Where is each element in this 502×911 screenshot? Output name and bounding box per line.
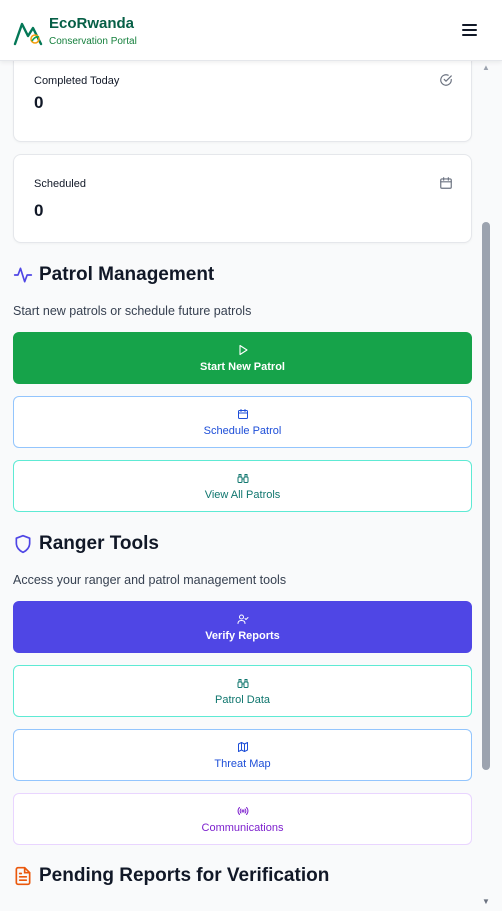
binoculars-icon (237, 678, 248, 688)
user-check-icon (237, 614, 248, 624)
ranger-tools-heading: Ranger Tools (13, 533, 159, 555)
button-label: Patrol Data (214, 693, 271, 706)
scroll-up-arrow-icon[interactable]: ▲ (482, 63, 490, 72)
binoculars-icon (237, 473, 248, 483)
play-icon (238, 344, 248, 355)
stat-label: Completed Today (34, 75, 120, 87)
map-icon (237, 741, 248, 752)
stat-value: 0 (34, 93, 44, 112)
view-all-patrols-button[interactable]: View All Patrols (13, 460, 472, 512)
dashboard-content: Completed Today 0 Scheduled 0 Patrol Man… (0, 61, 480, 911)
section-title: Pending Reports for Verification (39, 865, 330, 886)
stat-card-scheduled: Scheduled 0 (13, 154, 472, 243)
section-title: Patrol Management (39, 264, 215, 285)
file-text-icon (15, 866, 31, 886)
stat-label: Scheduled (34, 178, 86, 190)
button-label: Communications (201, 821, 284, 834)
button-label: Start New Patrol (200, 360, 285, 373)
scroll-down-arrow-icon[interactable]: ▼ (482, 897, 490, 906)
start-new-patrol-button[interactable]: Start New Patrol (13, 332, 472, 384)
button-label: Threat Map (214, 757, 271, 770)
app-header: EcoRwanda Conservation Portal (0, 0, 502, 61)
activity-pulse-icon (13, 267, 33, 283)
brand-subtitle: Conservation Portal (49, 36, 137, 47)
stat-value: 0 (34, 201, 44, 220)
section-title: Ranger Tools (39, 533, 159, 554)
button-label: View All Patrols (204, 488, 281, 501)
check-circle-icon (440, 74, 452, 86)
button-label: Verify Reports (205, 629, 280, 642)
pending-reports-heading: Pending Reports for Verification (13, 865, 329, 887)
stat-card-completed-today: Completed Today 0 (13, 61, 472, 142)
schedule-patrol-button[interactable]: Schedule Patrol (13, 396, 472, 448)
communications-button[interactable]: Communications (13, 793, 472, 845)
button-label: Schedule Patrol (203, 424, 282, 437)
scrollbar-thumb[interactable] (482, 222, 490, 770)
mountain-logo-icon[interactable] (13, 18, 43, 46)
hamburger-menu-icon[interactable] (462, 21, 484, 41)
verify-reports-button[interactable]: Verify Reports (13, 601, 472, 653)
threat-map-button[interactable]: Threat Map (13, 729, 472, 781)
ranger-description: Access your ranger and patrol management… (13, 573, 287, 587)
radio-icon (237, 806, 248, 815)
patrol-data-button[interactable]: Patrol Data (13, 665, 472, 717)
brand-title[interactable]: EcoRwanda (49, 15, 134, 32)
shield-icon (15, 534, 31, 554)
patrol-description: Start new patrols or schedule future pat… (13, 304, 252, 318)
calendar-icon (440, 177, 452, 189)
patrol-management-heading: Patrol Management (13, 264, 214, 286)
calendar-icon (237, 408, 248, 419)
